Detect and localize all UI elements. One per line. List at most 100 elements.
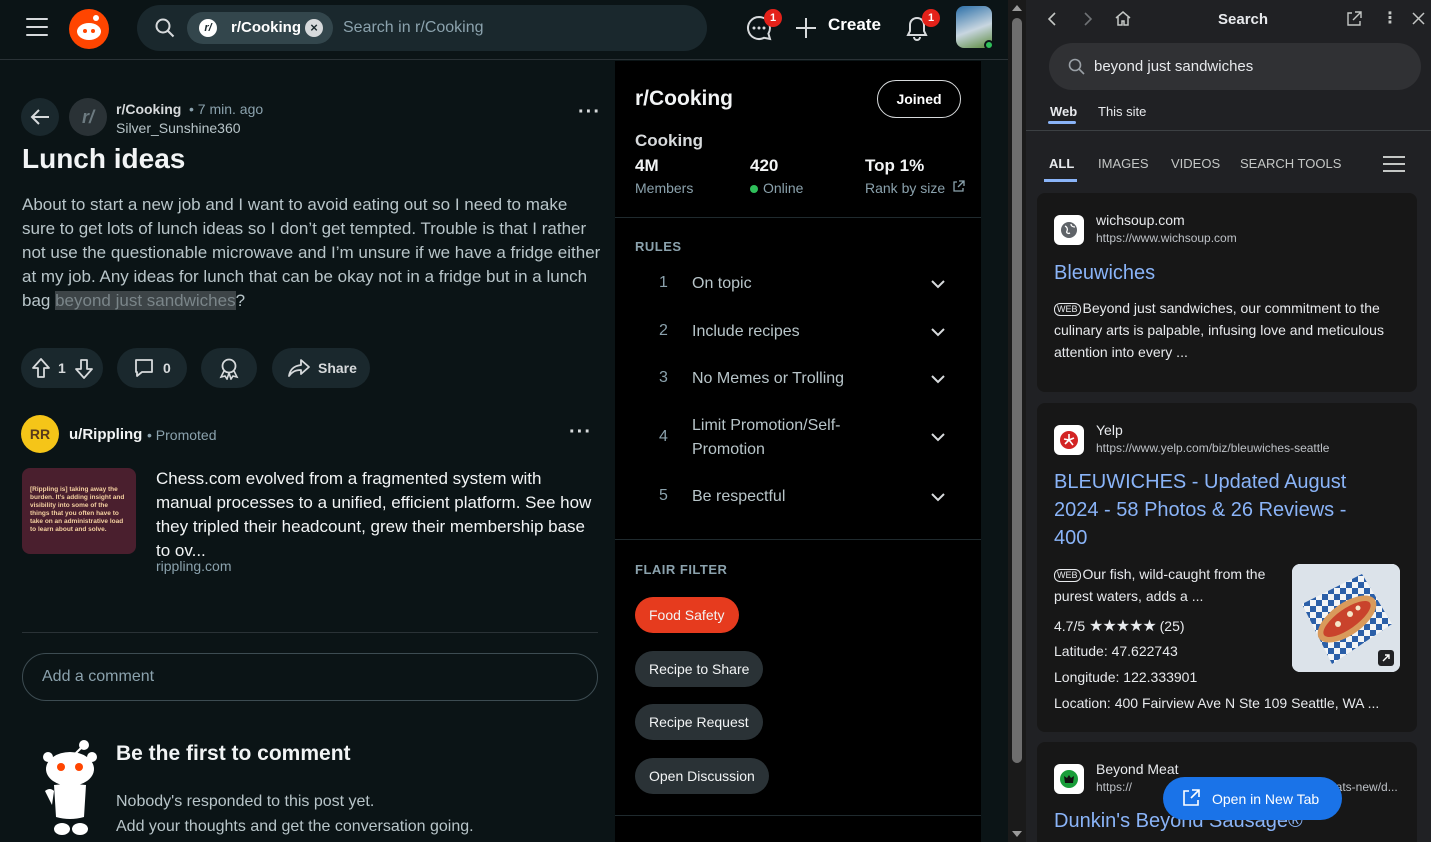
online-dot-icon	[750, 185, 758, 193]
promo-text[interactable]: Chess.com evolved from a fragmented syst…	[156, 467, 601, 563]
tab-all[interactable]: ALL	[1049, 156, 1074, 171]
chevron-down-icon[interactable]	[931, 490, 945, 504]
result-site: wichsoup.com	[1096, 212, 1185, 228]
result-rating: 4.7/5 ★★★★★ (25)	[1054, 615, 1185, 638]
rank-value: Top 1%	[865, 156, 925, 175]
sidebar-divider	[615, 815, 981, 816]
result-snippet: WEB Our fish, wild-caught from the purest…	[1054, 563, 1284, 607]
sidebar-title[interactable]: r/Cooking	[635, 87, 733, 111]
open-in-new-tab-button[interactable]: Open in New Tab	[1163, 777, 1342, 820]
award-button[interactable]	[201, 348, 257, 388]
subreddit-link[interactable]: r/Cooking	[116, 101, 181, 117]
chevron-down-icon[interactable]	[931, 430, 945, 444]
sidebar-divider	[615, 539, 981, 540]
clear-chip-icon[interactable]: ×	[305, 19, 323, 37]
rating-stars-icon: ★★★★★	[1089, 618, 1157, 635]
scrollbar-thumb[interactable]	[1012, 18, 1022, 763]
result-location: Location: 400 Fairview Ave N Ste 109 Sea…	[1054, 695, 1380, 711]
page-scrollbar[interactable]	[1008, 0, 1026, 842]
panel-title: Search	[1218, 11, 1269, 28]
promo-link[interactable]: rippling.com	[156, 558, 231, 574]
create-button[interactable]: Create	[828, 15, 881, 35]
result-snippet: WEB Beyond just sandwiches, our commitmen…	[1054, 297, 1399, 363]
post-author[interactable]: Silver_Sunshine360	[116, 120, 241, 136]
result-site: Beyond Meat	[1096, 761, 1179, 777]
web-tag: WEB	[1054, 569, 1081, 582]
promo-user[interactable]: u/Rippling	[69, 426, 142, 443]
upvote-icon[interactable]	[31, 357, 51, 379]
result-url: https://www.yelp.com/biz/bleuwiches-seat…	[1096, 441, 1330, 455]
empty-comments-title: Be the first to comment	[116, 742, 351, 765]
search-side-panel: Search ⋮ beyond just sandwiches Web This…	[1026, 0, 1431, 842]
members-label: Members	[635, 180, 694, 196]
scope-tab-site[interactable]: This site	[1098, 104, 1146, 119]
search-icon	[1068, 58, 1085, 75]
tab-images[interactable]: IMAGES	[1098, 156, 1149, 171]
search-icon	[155, 18, 175, 38]
panel-toolbar: Search ⋮	[1026, 0, 1431, 38]
subreddit-avatar[interactable]: r/	[69, 98, 107, 136]
share-button[interactable]: Share	[272, 348, 370, 388]
scroll-up-icon[interactable]	[1012, 5, 1022, 11]
chevron-down-icon[interactable]	[931, 325, 945, 339]
chevron-down-icon[interactable]	[931, 277, 945, 291]
rule-text: On topic	[692, 275, 752, 292]
hamburger-menu-icon[interactable]	[26, 18, 48, 38]
result-thumbnail[interactable]	[1292, 564, 1400, 672]
panel-home-icon[interactable]	[1114, 10, 1132, 26]
result-title[interactable]: Bleuwiches	[1054, 259, 1155, 287]
chevron-down-icon[interactable]	[931, 372, 945, 386]
search-result[interactable]: wichsoup.com https://www.wichsoup.com Bl…	[1037, 193, 1417, 392]
comment-input[interactable]: Add a comment	[22, 653, 598, 701]
promo-options-icon[interactable]: ···	[569, 421, 592, 444]
promo-image[interactable]: [Rippling is] taking away the burden. It…	[22, 468, 136, 554]
community-name: Cooking	[635, 131, 703, 150]
expand-image-icon[interactable]	[1378, 650, 1394, 666]
post-options-icon[interactable]: ···	[578, 101, 601, 124]
panel-search-input[interactable]: beyond just sandwiches	[1049, 43, 1421, 90]
panel-back-icon[interactable]	[1046, 12, 1058, 26]
result-title[interactable]: BLEUWICHES - Updated August 2024 - 58 Ph…	[1054, 468, 1374, 552]
online-label: Online	[763, 180, 804, 196]
result-snippet-text: Our fish, wild-caught from the purest wa…	[1054, 566, 1266, 604]
tab-videos[interactable]: VIDEOS	[1171, 156, 1220, 171]
online-value: 420	[750, 156, 779, 175]
search-result[interactable]: Yelp https://www.yelp.com/biz/bleuwiches…	[1037, 403, 1417, 732]
rating-value: 4.7/5	[1054, 618, 1086, 634]
panel-more-icon[interactable]: ⋮	[1382, 8, 1398, 28]
rule-text: Limit Promotion/Self-Promotion	[692, 417, 841, 458]
scope-tab-indicator	[1048, 121, 1076, 124]
downvote-icon[interactable]	[74, 358, 94, 380]
flair-chip[interactable]: Food Safety	[635, 597, 739, 633]
sidebar-divider	[615, 217, 981, 218]
result-longitude: Longitude: 122.333901	[1054, 669, 1198, 685]
comments-button[interactable]: 0	[117, 348, 187, 388]
rank-label-wrap[interactable]: Rank by size	[865, 180, 965, 196]
scroll-down-icon[interactable]	[1012, 831, 1022, 837]
online-label-wrap: Online	[750, 180, 803, 196]
reddit-logo-icon[interactable]	[69, 9, 109, 49]
back-button[interactable]	[21, 98, 59, 136]
panel-close-icon[interactable]	[1412, 12, 1425, 25]
arrow-left-icon	[30, 109, 49, 125]
share-label: Share	[318, 360, 357, 376]
flair-chip[interactable]: Recipe to Share	[635, 651, 764, 687]
scope-tab-web[interactable]: Web	[1050, 104, 1077, 119]
rippling-avatar[interactable]: RR	[21, 415, 59, 453]
joined-button[interactable]: Joined	[877, 80, 961, 118]
search-scope-chip[interactable]: r/ r/Cooking ×	[187, 12, 333, 44]
empty-comments-text: Nobody's responded to this post yet. Add…	[116, 789, 474, 839]
panel-menu-icon[interactable]	[1383, 156, 1405, 177]
flair-chip[interactable]: Open Discussion	[635, 758, 769, 794]
result-snippet-text: Beyond just sandwiches, our commitment t…	[1054, 300, 1384, 360]
search-bar[interactable]: r/ r/Cooking × Search in r/Cooking	[137, 5, 707, 51]
open-external-icon[interactable]	[1346, 11, 1362, 27]
subreddit-chip-icon: r/	[199, 19, 217, 37]
flair-chip[interactable]: Recipe Request	[635, 704, 763, 740]
panel-forward-icon[interactable]	[1082, 12, 1094, 26]
tab-search-tools[interactable]: SEARCH TOOLS	[1240, 156, 1341, 171]
external-link-icon	[953, 180, 965, 192]
selected-text: beyond just sandwiches	[55, 291, 236, 310]
comment-placeholder: Add a comment	[42, 668, 155, 685]
user-avatar[interactable]	[956, 6, 994, 50]
